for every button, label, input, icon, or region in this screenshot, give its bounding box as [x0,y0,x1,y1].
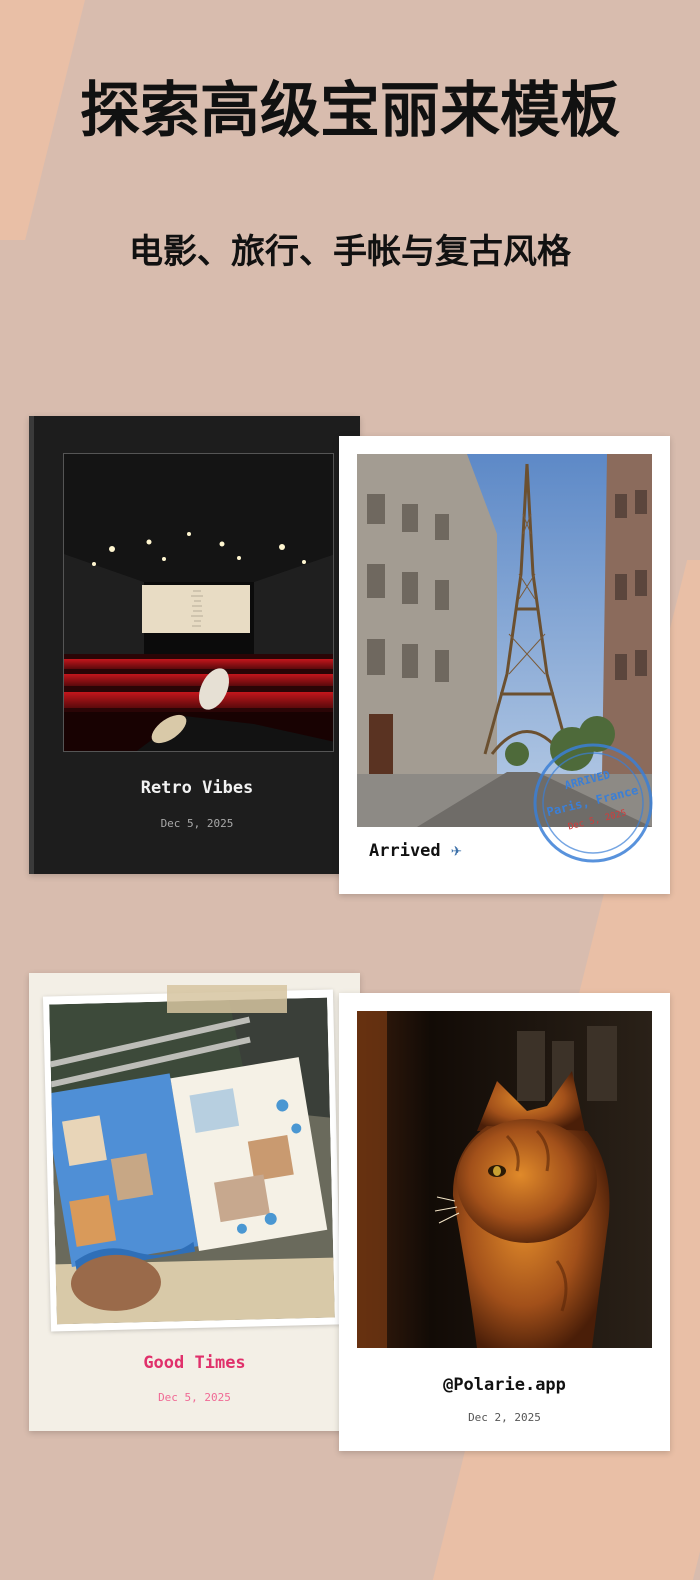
card-caption: Arrived ✈ [369,840,462,861]
page-title: 探索高级宝丽来模板 [80,76,620,146]
page-subtitle: 电影、旅行、手帐与复古风格 [129,232,571,272]
cinema-photo [63,453,334,752]
airplane-icon: ✈ [450,840,462,861]
card-title: Good Times [143,1353,246,1373]
washi-tape [167,985,287,1013]
arrival-stamp: ARRIVED Paris, France Dec 5, 2025 [533,743,653,863]
template-card-good-times[interactable]: Good Times Dec 5, 2025 [29,973,360,1431]
template-card-arrived[interactable]: ARRIVED Paris, France Dec 5, 2025 Arrive… [339,436,670,894]
svg-text:ARRIVED: ARRIVED [563,768,611,792]
card-date: Dec 5, 2025 [160,817,234,830]
card-date: Dec 5, 2025 [158,1391,231,1404]
cat-photo [357,1011,652,1348]
scrapbook-journal-photo [49,997,335,1325]
photo-frame [42,989,342,1332]
card-title: @Polarie.app [443,1375,566,1395]
template-card-polarie[interactable]: @Polarie.app Dec 2, 2025 [339,993,670,1451]
card-title: Retro Vibes [140,778,254,798]
card-date: Dec 2, 2025 [468,1411,541,1424]
template-card-retro-vibes[interactable]: Retro Vibes Dec 5, 2025 [29,416,360,874]
